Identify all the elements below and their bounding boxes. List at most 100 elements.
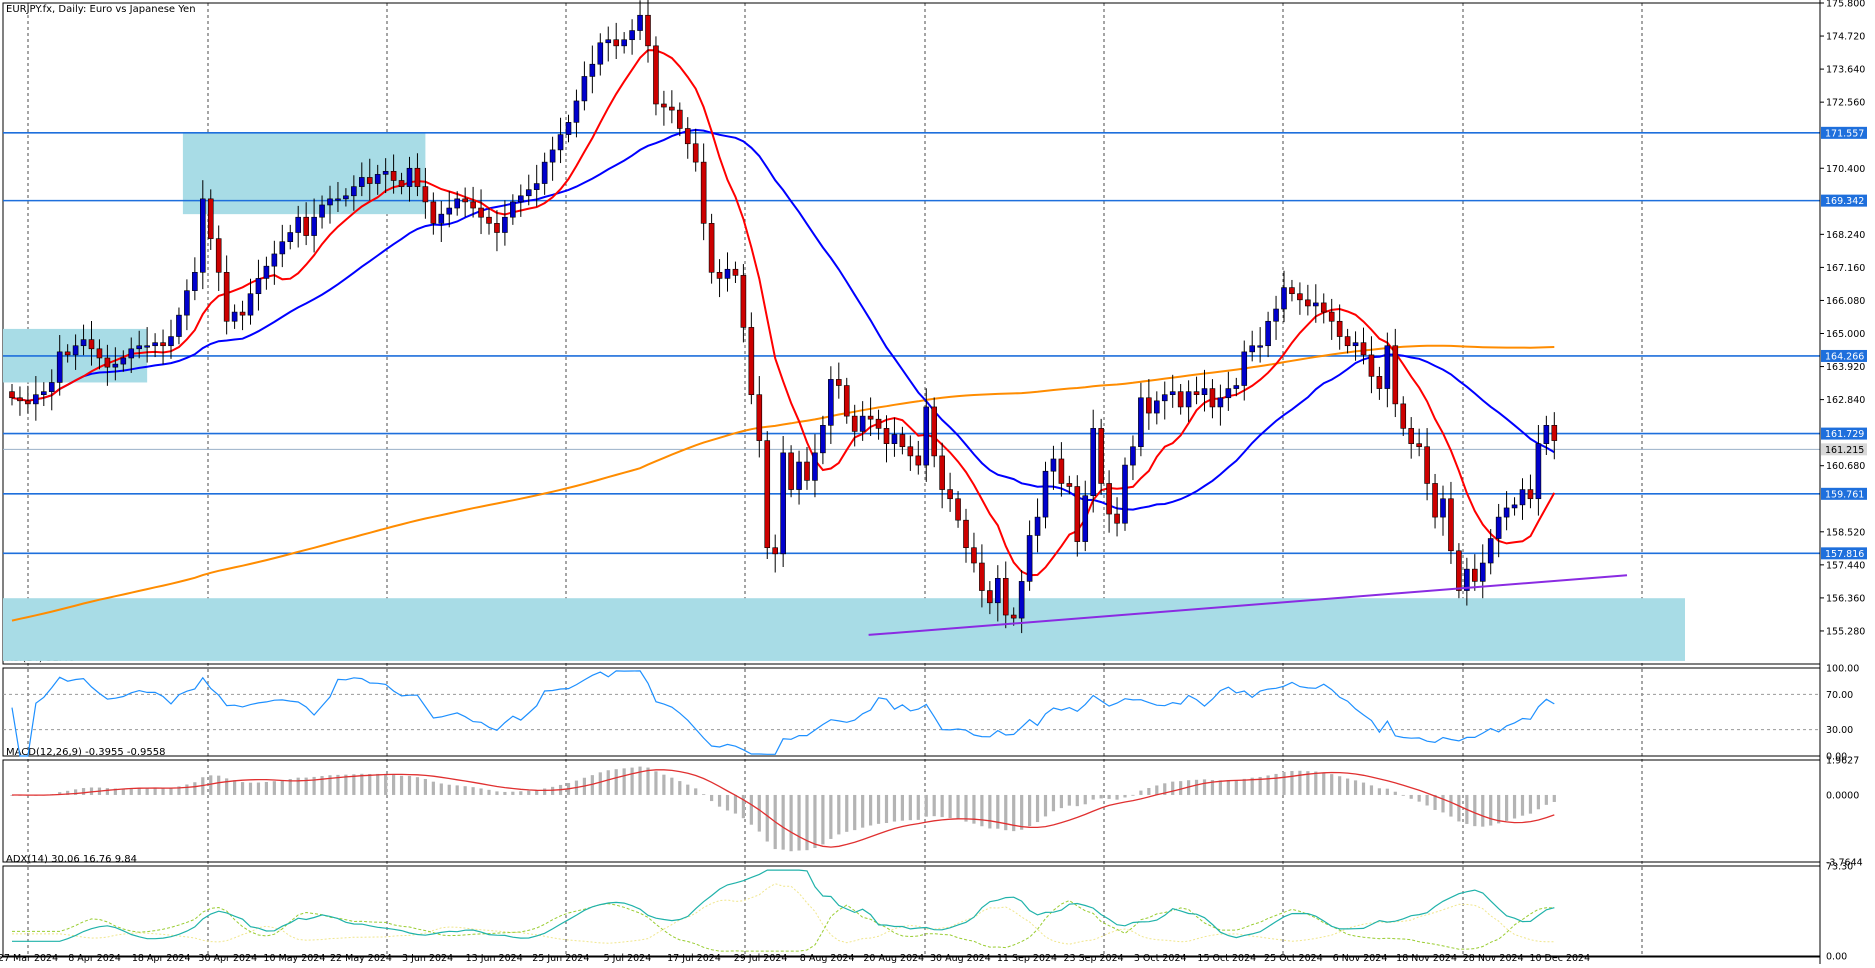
candle-body — [56, 351, 63, 383]
candle-body — [263, 265, 270, 279]
candle-body — [72, 345, 79, 356]
macd-histogram-bar — [1441, 794, 1445, 813]
macd-histogram-bar — [797, 794, 801, 851]
candle-body — [1209, 388, 1216, 408]
candle-body — [303, 216, 309, 236]
candle-body — [1026, 535, 1033, 582]
candle-body — [1169, 391, 1176, 396]
macd-y-tick-label: 0.0000 — [1826, 790, 1859, 801]
y-tick-label: 168.240 — [1826, 230, 1865, 241]
candle-body — [597, 42, 604, 65]
macd-histogram-bar — [1528, 794, 1533, 814]
macd-histogram-bar — [662, 774, 666, 795]
candle-body — [1392, 345, 1399, 405]
macd-histogram-bar — [368, 773, 372, 795]
candle-body — [1161, 394, 1168, 402]
candle-body — [589, 63, 596, 77]
macd-histogram-bar — [1536, 794, 1540, 810]
candle-body — [494, 223, 500, 233]
candle-body — [605, 39, 612, 44]
candle-body — [835, 379, 842, 386]
macd-histogram-bar — [654, 771, 658, 795]
candle-body — [955, 498, 961, 521]
macd-histogram-bar — [519, 791, 523, 795]
x-tick-label: 5 Jul 2024 — [604, 953, 652, 964]
candle-body — [1146, 397, 1152, 414]
candle-body — [502, 216, 508, 233]
candle-body — [422, 186, 429, 203]
candle-body — [931, 406, 938, 457]
macd-histogram-bar — [638, 766, 642, 795]
candle-body — [192, 271, 198, 291]
candle-body — [1503, 507, 1510, 518]
macd-histogram-bar — [1282, 771, 1286, 795]
candle-body — [1018, 581, 1025, 619]
y-tick-label: 166.080 — [1826, 296, 1865, 307]
macd-histogram-bar — [447, 784, 451, 795]
candle-body — [1154, 400, 1160, 414]
y-tick-label: 158.520 — [1826, 527, 1865, 538]
macd-histogram-bar — [431, 781, 435, 795]
macd-histogram-bar — [733, 794, 738, 814]
candle-body — [287, 232, 294, 242]
macd-histogram-bar — [1123, 794, 1127, 798]
candle-body — [645, 14, 651, 47]
macd-histogram-bar — [471, 787, 475, 795]
macd-histogram-bar — [344, 774, 348, 795]
macd-histogram-bar — [248, 782, 253, 795]
macd-histogram-bar — [527, 790, 531, 795]
candle-body — [1408, 428, 1414, 444]
macd-histogram-bar — [423, 779, 427, 795]
candle-body — [557, 134, 564, 151]
y-tick-label: 165.000 — [1826, 329, 1865, 340]
candle-body — [740, 275, 747, 328]
candle-body — [859, 415, 866, 432]
x-tick-label: 8 Apr 2024 — [68, 953, 121, 964]
candle-body — [796, 461, 802, 490]
level-price-label: 159.761 — [1825, 489, 1864, 500]
macd-histogram-bar — [1314, 771, 1318, 795]
rsi-y-tick-label: 70.00 — [1826, 690, 1853, 701]
candle-body — [1225, 388, 1232, 399]
candle-body — [716, 271, 723, 279]
candle-body — [581, 76, 588, 102]
candle-body — [684, 128, 691, 145]
y-tick-label: 174.720 — [1826, 32, 1865, 43]
price-chart-svg[interactable]: EURJPY.fx, Daily: Euro vs Japanese Yen R… — [0, 0, 1875, 964]
macd-histogram-bar — [1385, 788, 1389, 795]
chart-title: EURJPY.fx, Daily: Euro vs Japanese Yen — [6, 4, 196, 15]
candle-body — [899, 434, 906, 448]
macd-histogram-bar — [996, 794, 1000, 829]
candle-body — [1185, 391, 1192, 408]
x-tick-label: 3 Oct 2024 — [1134, 953, 1187, 964]
macd-histogram-bar — [487, 789, 491, 795]
macd-histogram-bar — [1171, 781, 1175, 795]
y-tick-label: 175.800 — [1826, 0, 1865, 10]
candle-body — [382, 171, 389, 175]
candle-body — [510, 201, 516, 218]
candle-body — [1201, 388, 1208, 396]
candle-body — [247, 293, 254, 316]
macd-histogram-bar — [105, 788, 109, 795]
macd-histogram-bar — [1194, 779, 1199, 795]
candle-body — [48, 382, 55, 392]
macd-histogram-bar — [821, 794, 825, 845]
candle-body — [1281, 287, 1287, 310]
macd-histogram-bar — [630, 767, 634, 795]
candle-body — [708, 223, 715, 273]
candle-body — [669, 106, 675, 111]
candle-body — [772, 547, 779, 555]
candle-body — [971, 547, 977, 564]
rsi-y-tick-label: 30.00 — [1826, 725, 1853, 736]
candle-body — [1273, 308, 1279, 322]
candle-body — [152, 342, 158, 347]
macd-histogram-bar — [511, 791, 515, 795]
candle-body — [828, 379, 834, 426]
macd-histogram-bar — [1115, 794, 1119, 800]
candle-body — [120, 357, 127, 365]
candle-body — [692, 143, 699, 163]
candle-body — [1543, 425, 1550, 444]
macd-histogram-bar — [749, 794, 753, 825]
macd-histogram-bar — [694, 788, 698, 795]
x-tick-label: 29 Jul 2024 — [734, 953, 788, 964]
